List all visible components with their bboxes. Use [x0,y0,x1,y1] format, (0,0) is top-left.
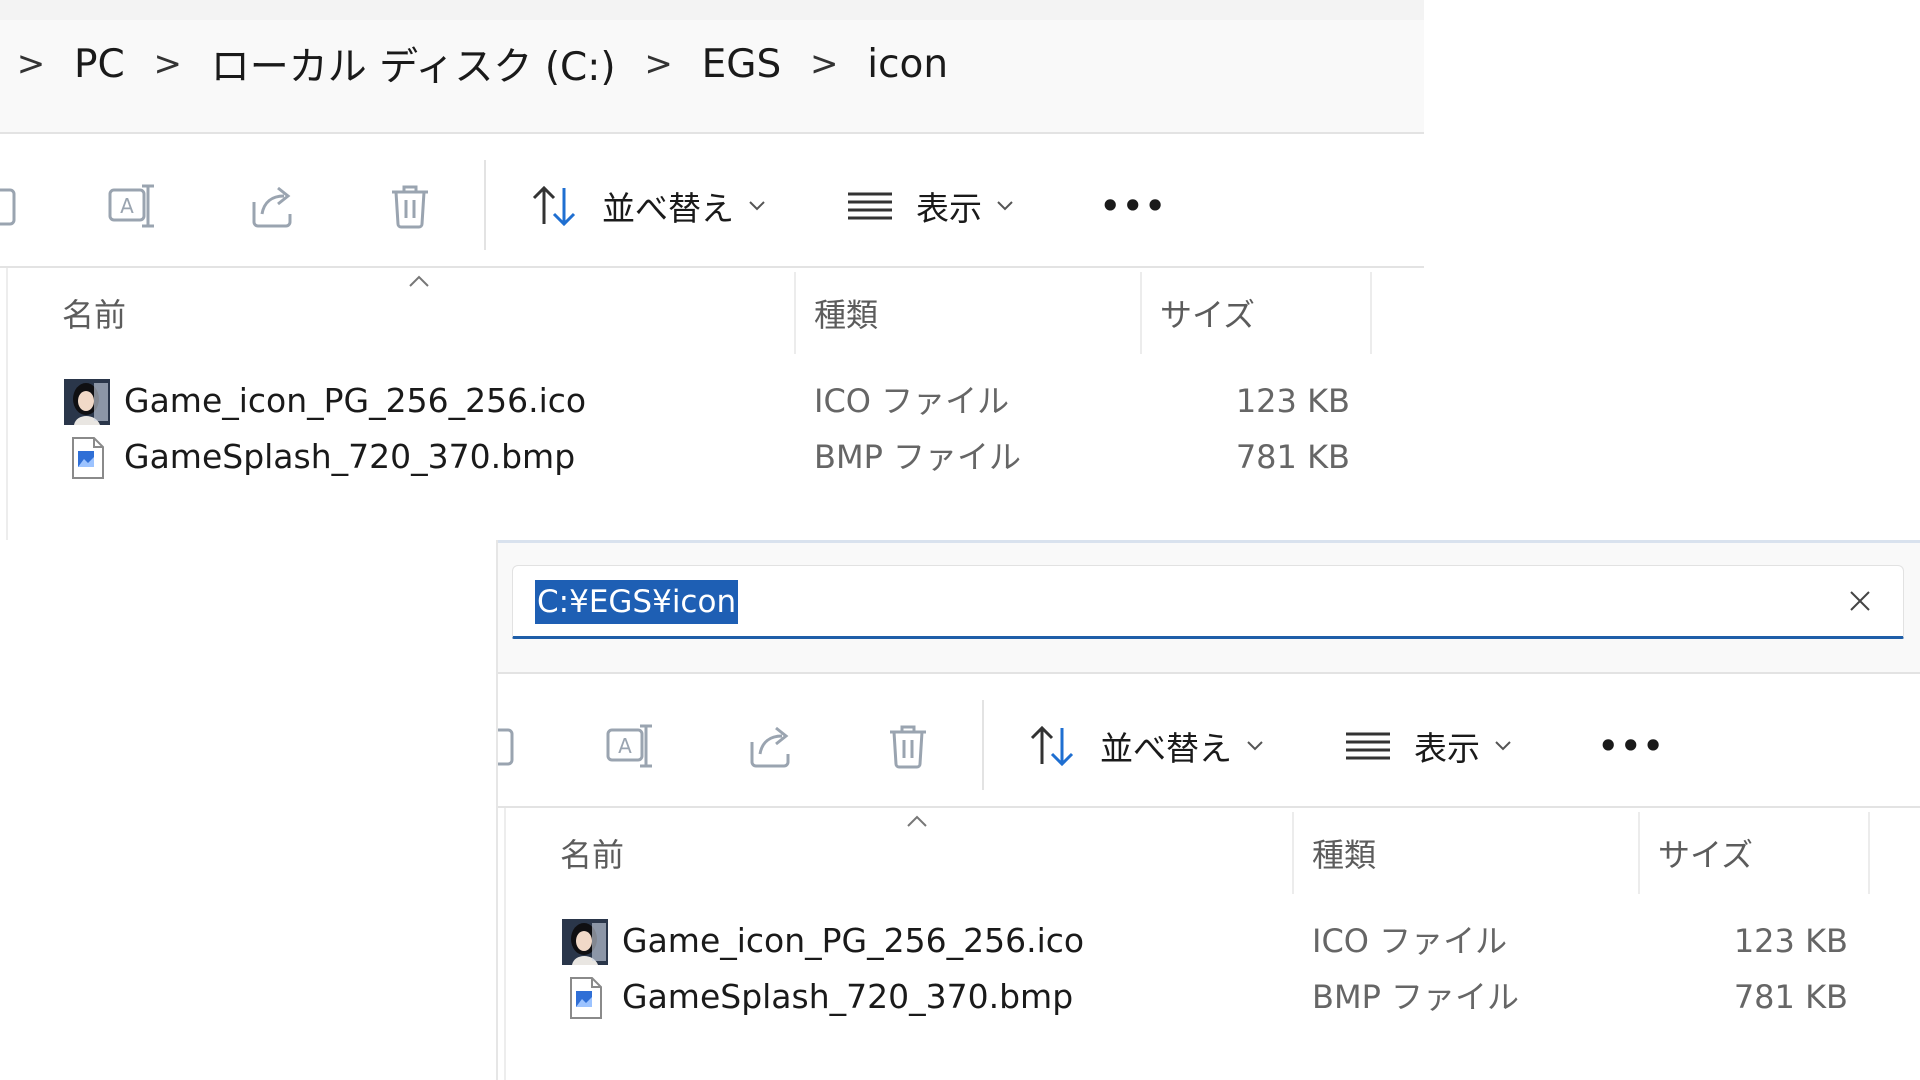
file-size: 123 KB [1235,382,1350,420]
more-dots-icon: ••• [1100,187,1168,225]
breadcrumb-item-egs[interactable]: EGS [690,42,794,87]
column-separator[interactable] [1868,812,1870,894]
file-list: 名前 種類 サイズ Game_icon_PG_256_256.ico ICO フ… [498,808,1920,1080]
trash-icon[interactable] [384,180,436,232]
chevron-down-icon [749,201,765,211]
file-name: GameSplash_720_370.bmp [124,437,576,476]
view-list-icon [848,192,892,220]
more-options-button[interactable]: ••• [1598,716,1665,776]
column-separator[interactable] [1140,272,1142,354]
rename-icon[interactable]: A [604,720,656,772]
rename-icon[interactable]: A [106,180,158,232]
share-icon[interactable] [744,720,796,772]
command-bar: A 並べ替え 表示 ••• [0,136,1424,268]
file-size: 123 KB [1733,922,1848,960]
share-icon[interactable] [246,180,298,232]
column-header-name[interactable]: 名前 [560,830,624,880]
command-bar: A 並べ替え 表示 ••• [498,676,1920,808]
address-bar: C:¥EGS¥icon [498,540,1920,674]
address-bar[interactable]: > PC > ローカル ディスク (C:) > EGS > icon [0,0,1424,134]
trash-icon[interactable] [882,720,934,772]
chevron-right-icon[interactable]: > [628,44,690,84]
file-row[interactable]: GameSplash_720_370.bmp BMP ファイル 781 KB [0,428,1424,486]
file-type: BMP ファイル [1312,978,1520,1016]
column-separator[interactable] [1292,812,1294,894]
sort-arrows-icon [532,185,576,227]
chevron-down-icon [1495,741,1511,751]
sort-button[interactable]: 並べ替え [528,176,766,236]
explorer-window-top: > PC > ローカル ディスク (C:) > EGS > icon A 並べ替… [0,0,1424,540]
toolbar-divider [484,160,486,250]
file-list: 名前 種類 サイズ Game_icon_PG_256_256.ico ICO フ… [0,268,1424,540]
view-button[interactable]: 表示 [846,176,1014,236]
file-row[interactable]: Game_icon_PG_256_256.ico ICO ファイル 123 KB [498,912,1920,970]
sort-ascending-icon [907,815,927,827]
view-label: 表示 [1414,729,1480,768]
breadcrumb-item-local-disk[interactable]: ローカル ディスク (C:) [199,36,628,92]
chevron-down-icon [1247,741,1263,751]
breadcrumb: > PC > ローカル ディスク (C:) > EGS > icon [0,36,960,92]
sort-arrows-icon [1030,725,1074,767]
more-dots-icon: ••• [1598,727,1666,765]
close-icon[interactable] [1843,584,1877,618]
toolbar-divider [982,700,984,790]
file-name: Game_icon_PG_256_256.ico [622,921,1085,960]
sort-label: 並べ替え [602,189,734,228]
bmp-file-icon [570,977,602,1019]
column-separator[interactable] [1638,812,1640,894]
column-header-type[interactable]: 種類 [814,290,878,340]
file-type: ICO ファイル [814,382,1010,420]
column-header-name[interactable]: 名前 [62,290,126,340]
more-options-button[interactable]: ••• [1100,176,1167,236]
sort-label: 並べ替え [1100,729,1232,768]
column-separator[interactable] [1370,272,1372,354]
file-name: GameSplash_720_370.bmp [622,977,1074,1016]
file-name: Game_icon_PG_256_256.ico [124,381,587,420]
explorer-window-bottom: C:¥EGS¥icon A 並べ替え 表示 ••• 名前 種類 サイズ Game… [496,540,1920,1080]
svg-text:A: A [120,194,134,218]
chevron-right-icon[interactable]: > [137,44,199,84]
view-label: 表示 [916,189,982,228]
view-button[interactable]: 表示 [1344,716,1512,776]
chevron-right-icon[interactable]: > [793,44,855,84]
file-type: BMP ファイル [814,438,1022,476]
breadcrumb-item-icon[interactable]: icon [855,42,960,87]
chevron-down-icon [997,201,1013,211]
chevron-right-icon: > [16,44,46,84]
column-header-size[interactable]: サイズ [1658,830,1753,880]
address-input-value[interactable]: C:¥EGS¥icon [535,580,739,624]
file-row[interactable]: Game_icon_PG_256_256.ico ICO ファイル 123 KB [0,372,1424,430]
paste-icon[interactable] [496,720,526,772]
address-bar-edge [0,0,1424,20]
svg-text:A: A [618,734,632,758]
file-size: 781 KB [1733,978,1848,1016]
paste-icon[interactable] [0,180,28,232]
file-size: 781 KB [1235,438,1350,476]
file-type: ICO ファイル [1312,922,1508,960]
column-header-size[interactable]: サイズ [1160,290,1255,340]
sort-ascending-icon [409,275,429,287]
address-input[interactable]: C:¥EGS¥icon [512,565,1904,639]
column-header-type[interactable]: 種類 [1312,830,1376,880]
ico-portrait-icon [562,919,608,965]
view-list-icon [1346,732,1390,760]
column-separator[interactable] [794,272,796,354]
bmp-file-icon [72,437,104,479]
ico-portrait-icon [64,379,110,425]
file-row[interactable]: GameSplash_720_370.bmp BMP ファイル 781 KB [498,968,1920,1026]
sort-button[interactable]: 並べ替え [1026,716,1264,776]
breadcrumb-item-pc[interactable]: PC [62,42,137,87]
